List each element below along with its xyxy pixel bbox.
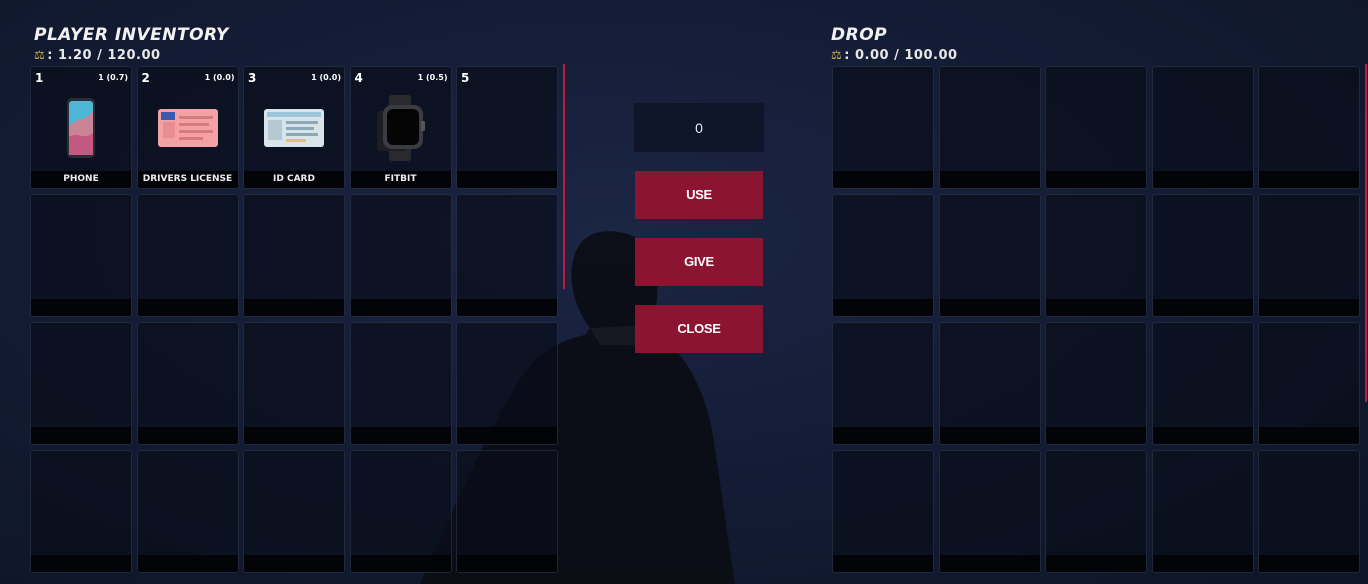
use-button[interactable]: USE — [635, 171, 763, 219]
drop-slot[interactable] — [832, 66, 934, 189]
slot-quantity: 1 (0.0) — [204, 73, 235, 82]
drop-slot[interactable] — [832, 194, 934, 317]
scale-icon: ⚖ — [34, 48, 46, 62]
player-slot-empty[interactable] — [456, 322, 558, 445]
player-slot-empty[interactable] — [30, 322, 132, 445]
drop-slot[interactable] — [832, 322, 934, 445]
player-slot-empty[interactable] — [136, 322, 239, 445]
drop-slot[interactable] — [832, 450, 934, 573]
player-slot-3[interactable]: 3 1 (0.0) ID CARD — [243, 66, 345, 189]
smartwatch-icon — [351, 93, 451, 163]
player-slot-1[interactable]: 1 1 (0.7) PHONE — [30, 66, 132, 189]
drop-slot[interactable] — [1151, 322, 1254, 445]
player-slot-empty[interactable] — [136, 450, 239, 573]
player-slot-2[interactable]: 2 1 (0.0) DRIVERS LICENSE — [136, 66, 239, 189]
player-slot-empty[interactable] — [349, 450, 452, 573]
amount-input[interactable] — [634, 103, 764, 152]
drop-slot[interactable] — [1258, 322, 1360, 445]
drop-slot[interactable] — [1151, 194, 1254, 317]
slot-number: 4 — [354, 71, 363, 85]
slot-number: 1 — [35, 71, 44, 85]
player-slot-empty[interactable] — [243, 194, 345, 317]
phone-icon — [31, 93, 131, 163]
drop-slot[interactable] — [1045, 194, 1147, 317]
drop-slot[interactable] — [938, 322, 1041, 445]
drop-weight: ⚖: 0.00 / 100.00 — [831, 48, 958, 63]
give-button[interactable]: GIVE — [635, 238, 763, 286]
slot-label: ID CARD — [244, 171, 344, 188]
player-slot-empty[interactable] — [30, 194, 132, 317]
slot-number: 2 — [141, 71, 150, 85]
id-card-icon — [244, 93, 344, 163]
player-slot-empty[interactable] — [456, 450, 558, 573]
player-slot-empty[interactable] — [243, 322, 345, 445]
player-slot-5[interactable]: 5 — [456, 66, 558, 189]
slot-label: PHONE — [31, 171, 131, 188]
slot-label — [457, 171, 557, 188]
drop-slot[interactable] — [938, 66, 1041, 189]
drop-slot[interactable] — [1045, 66, 1147, 189]
player-slot-empty[interactable] — [456, 194, 558, 317]
player-slot-empty[interactable] — [349, 194, 452, 317]
drop-grid — [832, 66, 1360, 573]
slot-quantity: 1 (0.0) — [311, 73, 341, 82]
scale-icon: ⚖ — [831, 48, 843, 62]
drop-slot[interactable] — [1258, 66, 1360, 189]
drop-title: DROP — [831, 25, 888, 45]
close-button[interactable]: CLOSE — [635, 305, 763, 353]
slot-label: DRIVERS LICENSE — [137, 171, 238, 188]
slot-number: 5 — [461, 71, 470, 85]
drop-slot[interactable] — [938, 194, 1041, 317]
drop-weight-value: : 0.00 / 100.00 — [844, 48, 958, 63]
player-inventory-scrollbar[interactable] — [563, 64, 565, 289]
player-inventory-grid: 1 1 (0.7) PHONE 2 1 (0.0) DRIVERS LICENS… — [30, 66, 558, 573]
drop-slot[interactable] — [1045, 450, 1147, 573]
player-inventory-title: PLAYER INVENTORY — [34, 25, 229, 45]
player-weight: ⚖: 1.20 / 120.00 — [34, 48, 161, 63]
player-slot-empty[interactable] — [243, 450, 345, 573]
drop-scrollbar[interactable] — [1365, 64, 1367, 402]
slot-quantity: 1 (0.5) — [417, 73, 448, 82]
slot-label: FITBIT — [350, 171, 451, 188]
drop-slot[interactable] — [1045, 322, 1147, 445]
drop-slot[interactable] — [1151, 450, 1254, 573]
slot-number: 3 — [248, 71, 257, 85]
player-slot-empty[interactable] — [30, 450, 132, 573]
player-slot-4[interactable]: 4 1 (0.5) FITBIT — [349, 66, 452, 189]
drivers-license-icon — [138, 93, 238, 163]
player-slot-empty[interactable] — [349, 322, 452, 445]
slot-quantity: 1 (0.7) — [98, 73, 128, 82]
drop-slot[interactable] — [938, 450, 1041, 573]
player-slot-empty[interactable] — [136, 194, 239, 317]
player-weight-value: : 1.20 / 120.00 — [47, 48, 161, 63]
drop-slot[interactable] — [1151, 66, 1254, 189]
drop-slot[interactable] — [1258, 450, 1360, 573]
drop-slot[interactable] — [1258, 194, 1360, 317]
